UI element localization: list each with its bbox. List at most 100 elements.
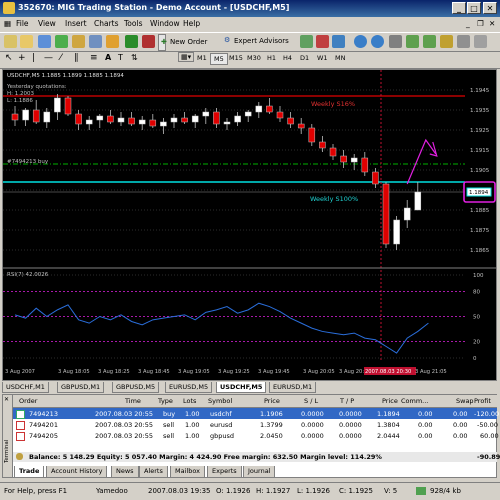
text-icon[interactable]: A: [105, 53, 111, 62]
market-watch-icon[interactable]: [38, 35, 51, 48]
col-swap[interactable]: Swap: [456, 397, 474, 405]
col-commission[interactable]: Comm...: [401, 397, 428, 405]
order-type: sell: [163, 421, 174, 429]
tab-news[interactable]: News: [111, 466, 139, 478]
channel-icon[interactable]: ∥: [74, 53, 79, 63]
table-row[interactable]: 7494205 2007.08.03 20:55 sell 1.00 gbpus…: [13, 430, 499, 441]
menu-help[interactable]: Help: [183, 19, 200, 28]
chart-tab[interactable]: GBPUSD,M5: [112, 382, 160, 393]
chart-tab[interactable]: EURUSD,M1: [269, 382, 317, 393]
data-window-icon[interactable]: [55, 35, 68, 48]
annotation-arrow: [406, 138, 437, 185]
chart-tab[interactable]: EURUSD,M5: [165, 382, 213, 393]
col-lots[interactable]: Lots: [183, 397, 196, 405]
col-symbol[interactable]: Symbol: [208, 397, 232, 405]
close-button[interactable]: ✕: [483, 2, 497, 14]
time-tick-label: 3 Aug 19:05: [178, 369, 210, 375]
history-center-icon[interactable]: [125, 35, 138, 48]
tile-windows-icon[interactable]: [389, 35, 402, 48]
autoscroll-icon[interactable]: [406, 35, 419, 48]
chart-tab[interactable]: USDCHF,M1: [2, 382, 49, 393]
maximize-button[interactable]: □: [467, 2, 481, 14]
chart-tab[interactable]: GBPUSD,M1: [57, 382, 105, 393]
minimize-button[interactable]: _: [452, 2, 466, 14]
yesterday-high: H: 1.2003: [7, 91, 34, 97]
table-row[interactable]: 7494201 2007.08.03 20:55 sell 1.00 eurus…: [13, 419, 498, 430]
table-row[interactable]: 7494213 2007.08.03 20:55 buy 1.00 usdchf…: [13, 408, 499, 419]
navigator-icon[interactable]: [72, 35, 85, 48]
status-help: For Help, press F1: [4, 487, 68, 495]
horizontal-line-icon[interactable]: —: [44, 53, 53, 63]
col-current-price[interactable]: Price: [382, 397, 398, 405]
tf-mn[interactable]: MN: [332, 53, 348, 63]
crosshair-icon[interactable]: +: [18, 53, 26, 63]
balance-profit: -90.89: [477, 453, 500, 461]
menu-file[interactable]: File: [16, 19, 29, 28]
bar-chart-icon[interactable]: [300, 35, 313, 48]
text-label-icon[interactable]: T: [118, 53, 123, 62]
tf-d1[interactable]: D1: [297, 53, 312, 63]
tab-account-history[interactable]: Account History: [46, 466, 108, 478]
col-tp[interactable]: T / P: [340, 397, 354, 405]
templates-icon[interactable]: [474, 35, 487, 48]
fibonacci-icon[interactable]: ≡: [90, 53, 98, 63]
time-tick-label: 3 Aug 19:25: [218, 369, 250, 375]
arrows-icon[interactable]: ⇅: [131, 53, 138, 62]
tf-m15[interactable]: M15: [226, 53, 246, 63]
terminal-icon[interactable]: [89, 35, 102, 48]
price-chart[interactable]: 1.1945 1.1935 1.1925 1.1915 1.1905 1.1894 1.18…: [3, 70, 496, 380]
profiles-icon[interactable]: [20, 35, 33, 48]
menu-charts[interactable]: Charts: [94, 19, 119, 28]
new-chart-icon[interactable]: [4, 35, 17, 48]
rsi-tick-label: 50: [473, 315, 480, 321]
tf-m1[interactable]: M1: [194, 53, 210, 63]
candle-body: [308, 127, 316, 143]
chart-shift-icon[interactable]: [423, 35, 436, 48]
trendline-icon[interactable]: ⁄: [60, 53, 62, 63]
menu-tools[interactable]: Tools: [124, 19, 142, 28]
zoom-in-icon[interactable]: [354, 35, 367, 48]
chart-window[interactable]: 1.1945 1.1935 1.1925 1.1915 1.1905 1.1894 1.18…: [2, 69, 497, 381]
tab-trade[interactable]: Trade: [14, 466, 45, 478]
periods-icon[interactable]: [457, 35, 470, 48]
annotation-arrowhead: [429, 141, 438, 157]
terminal-close-icon[interactable]: ✕: [4, 396, 9, 403]
menu-icon[interactable]: ▦: [4, 19, 11, 28]
tab-journal[interactable]: Journal: [243, 466, 276, 478]
col-price[interactable]: Price: [264, 397, 280, 405]
zoom-out-icon[interactable]: [371, 35, 384, 48]
candlesticks-icon[interactable]: [316, 35, 329, 48]
indicators-icon[interactable]: [440, 35, 453, 48]
expert-advisors-button[interactable]: ⚙ Expert Advisors: [222, 34, 294, 49]
tf-h1[interactable]: H1: [264, 53, 279, 63]
menu-window[interactable]: Window: [150, 19, 180, 28]
strategy-tester-icon[interactable]: [106, 35, 119, 48]
chart-tab-selected[interactable]: USDCHF,M5: [216, 382, 267, 393]
candle-body: [160, 121, 167, 127]
period-selector-icon[interactable]: ▦▾: [178, 52, 195, 62]
price-tick-label: 1.1875: [470, 228, 490, 234]
col-type[interactable]: Type: [158, 397, 173, 405]
col-profit[interactable]: Profit: [474, 397, 491, 405]
vertical-line-icon[interactable]: |: [32, 53, 35, 63]
tab-alerts[interactable]: Alerts: [139, 466, 168, 478]
menu-insert[interactable]: Insert: [65, 19, 87, 28]
tf-h4[interactable]: H4: [280, 53, 295, 63]
col-sl[interactable]: S / L: [304, 397, 318, 405]
menu-view[interactable]: View: [38, 19, 56, 28]
terminal-tabs: Trade Account History News Alerts Mailbo…: [2, 466, 497, 478]
col-order[interactable]: Order: [19, 397, 37, 405]
mdi-close-icon[interactable]: ✕: [489, 19, 495, 28]
line-chart-icon[interactable]: [332, 35, 345, 48]
col-time[interactable]: Time: [125, 397, 141, 405]
tab-mailbox[interactable]: Mailbox: [170, 466, 205, 478]
tf-m30[interactable]: M30: [244, 53, 264, 63]
rsi-title: RSI(7) 42.0026: [7, 272, 49, 278]
options-icon[interactable]: [142, 35, 155, 48]
mdi-minimize-icon[interactable]: _: [466, 19, 470, 28]
mdi-restore-icon[interactable]: ❐: [477, 19, 484, 28]
new-order-button[interactable]: ✚ New Order: [158, 34, 207, 51]
tf-w1[interactable]: W1: [314, 53, 331, 63]
cursor-icon[interactable]: ↖: [5, 53, 13, 63]
tab-experts[interactable]: Experts: [207, 466, 242, 478]
